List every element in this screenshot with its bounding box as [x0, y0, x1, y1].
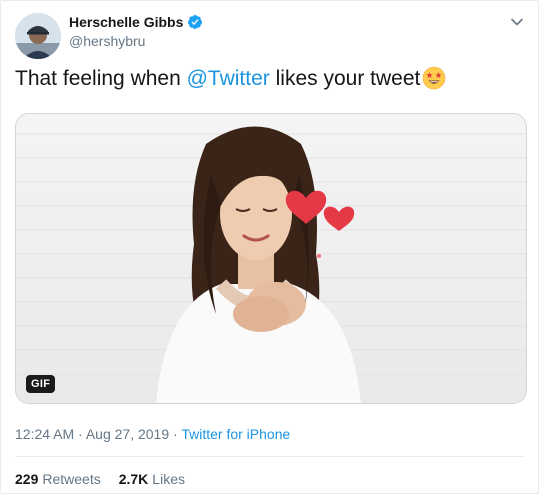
- tweet-card: Herschelle Gibbs @hershybru That feeling…: [0, 0, 539, 494]
- gif-media[interactable]: GIF: [15, 113, 527, 404]
- source-link[interactable]: Twitter for iPhone: [181, 426, 290, 442]
- tweet-text: That feeling when @Twitter likes your tw…: [15, 65, 446, 93]
- gif-frame: [16, 114, 526, 403]
- avatar[interactable]: [15, 13, 61, 59]
- retweets-label: Retweets: [42, 471, 101, 487]
- tweet-stats: 229 Retweets 2.7K Likes: [15, 471, 185, 487]
- divider: [15, 456, 524, 457]
- tweet-text-prefix: That feeling when: [15, 67, 187, 90]
- tweet-meta: 12:24 AM · Aug 27, 2019 · Twitter for iP…: [15, 426, 290, 442]
- retweets-stat[interactable]: 229 Retweets: [15, 471, 101, 487]
- meta-separator: ·: [74, 426, 86, 442]
- likes-stat[interactable]: 2.7K Likes: [119, 471, 185, 487]
- chevron-down-icon[interactable]: [510, 15, 524, 29]
- retweets-count: 229: [15, 471, 39, 487]
- tweet-time[interactable]: 12:24 AM: [15, 426, 74, 442]
- meta-separator: ·: [169, 426, 182, 442]
- mention-link[interactable]: @Twitter: [187, 67, 270, 90]
- author-name[interactable]: Herschelle Gibbs: [69, 14, 203, 30]
- gif-badge: GIF: [26, 375, 56, 393]
- author-name-text[interactable]: Herschelle Gibbs: [69, 14, 183, 30]
- author-handle[interactable]: @hershybru: [69, 33, 145, 49]
- verified-badge-icon: [188, 15, 203, 29]
- likes-label: Likes: [152, 471, 185, 487]
- star-struck-emoji-icon: [423, 66, 446, 90]
- tweet-date[interactable]: Aug 27, 2019: [86, 426, 169, 442]
- likes-count: 2.7K: [118, 471, 149, 487]
- tweet-text-suffix: likes your tweet: [269, 67, 421, 90]
